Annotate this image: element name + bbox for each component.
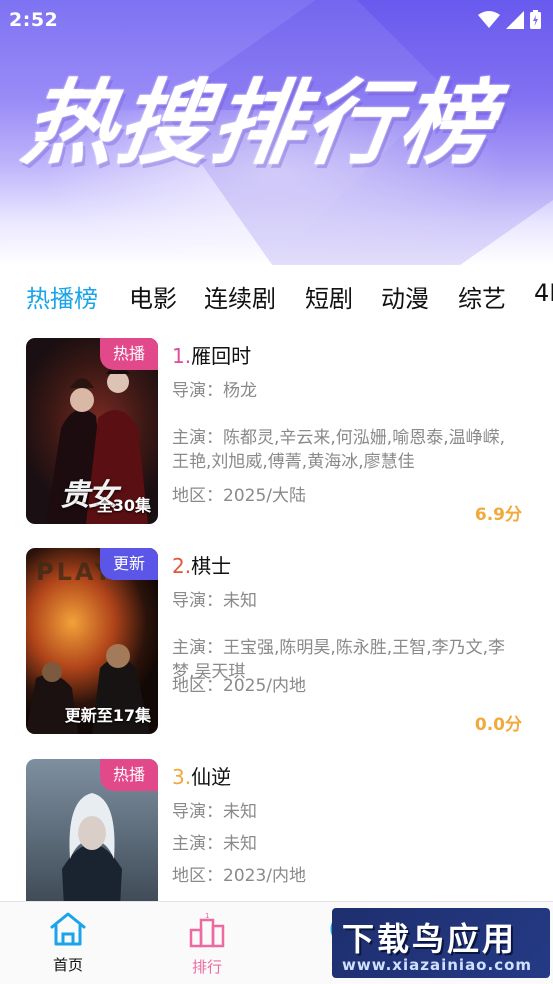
watermark-logo: 下载鸟应用 www.xiazainiao.com bbox=[332, 908, 550, 978]
item-title[interactable]: 3.仙逆 bbox=[172, 761, 231, 790]
ranking-icon: 1 bbox=[189, 912, 225, 948]
title-text: 仙逆 bbox=[191, 765, 232, 789]
tab-short-drama[interactable]: 短剧 bbox=[305, 279, 353, 314]
nav-home-label: 首页 bbox=[52, 956, 83, 974]
nav-ranking[interactable]: 1 排行 bbox=[157, 912, 257, 977]
actors-line: 主演：未知 bbox=[172, 834, 257, 854]
rank-number: 3. bbox=[172, 765, 192, 789]
watermark-url: www.xiazainiao.com bbox=[342, 956, 533, 974]
director-line: 导演：杨龙 bbox=[172, 381, 257, 401]
tab-hot[interactable]: 热播榜 bbox=[26, 279, 98, 314]
tab-4k[interactable]: 4K bbox=[534, 279, 553, 307]
rank-number: 2. bbox=[172, 554, 192, 578]
nav-home[interactable]: 首页 bbox=[18, 912, 118, 975]
status-badge: 热播 bbox=[100, 338, 158, 370]
director-line: 导演：未知 bbox=[172, 802, 257, 822]
title-text: 棋士 bbox=[191, 554, 232, 578]
wifi-icon bbox=[478, 10, 500, 28]
rank-number: 1. bbox=[172, 344, 192, 368]
tab-variety[interactable]: 综艺 bbox=[458, 279, 506, 314]
episode-count: 更新至17集 bbox=[64, 706, 151, 725]
region-line: 地区：2023/内地 bbox=[172, 866, 306, 886]
category-tabs: 热播榜 电影 连续剧 短剧 动漫 综艺 4K bbox=[0, 272, 553, 318]
home-icon bbox=[50, 912, 86, 946]
nav-ranking-label: 排行 bbox=[191, 958, 222, 976]
item-title[interactable]: 2.棋士 bbox=[172, 550, 231, 579]
signal-icon bbox=[506, 10, 524, 29]
item-title[interactable]: 1.雁回时 bbox=[172, 340, 251, 369]
status-badge: 热播 bbox=[100, 759, 158, 791]
page-title: 热搜排行榜 bbox=[16, 70, 502, 177]
tab-movies[interactable]: 电影 bbox=[129, 279, 177, 314]
score: 0.0分 bbox=[474, 715, 522, 735]
region-line: 地区：2025/内地 bbox=[172, 676, 306, 696]
status-time: 2:52 bbox=[9, 9, 59, 31]
list-item[interactable]: 贵女 热播 全30集 1.雁回时 导演：杨龙 主演：陈都灵,辛云来,何泓姗,喻恩… bbox=[26, 338, 526, 525]
list-item[interactable]: PLAYER 更新 更新至17集 2.棋士 导演：未知 主演：王宝强,陈明昊,陈… bbox=[26, 548, 526, 735]
battery-icon bbox=[530, 10, 541, 29]
watermark-title: 下载鸟应用 bbox=[342, 920, 518, 958]
status-icons bbox=[478, 10, 541, 29]
tab-anime[interactable]: 动漫 bbox=[381, 279, 429, 314]
title-text: 雁回时 bbox=[191, 344, 252, 368]
bottom-nav: 首页 1 排行 分类 我的 下载鸟应用 www.xiazainiao.com bbox=[0, 901, 553, 984]
score: 6.9分 bbox=[474, 505, 522, 525]
tab-series[interactable]: 连续剧 bbox=[204, 279, 276, 314]
svg-text:1: 1 bbox=[205, 912, 209, 920]
region-line: 地区：2025/大陆 bbox=[172, 486, 306, 506]
status-bar: 2:52 bbox=[0, 0, 553, 40]
director-line: 导演：未知 bbox=[172, 591, 257, 611]
episode-count: 全30集 bbox=[96, 496, 151, 515]
actors-line: 主演：陈都灵,辛云来,何泓姗,喻恩泰,温峥嵘,王艳,刘旭威,傅菁,黄海冰,廖慧佳 bbox=[172, 428, 506, 470]
poster-image[interactable]: PLAYER 更新 更新至17集 bbox=[26, 548, 158, 734]
status-badge: 更新 bbox=[100, 548, 158, 580]
poster-image[interactable]: 贵女 热播 全30集 bbox=[26, 338, 158, 524]
